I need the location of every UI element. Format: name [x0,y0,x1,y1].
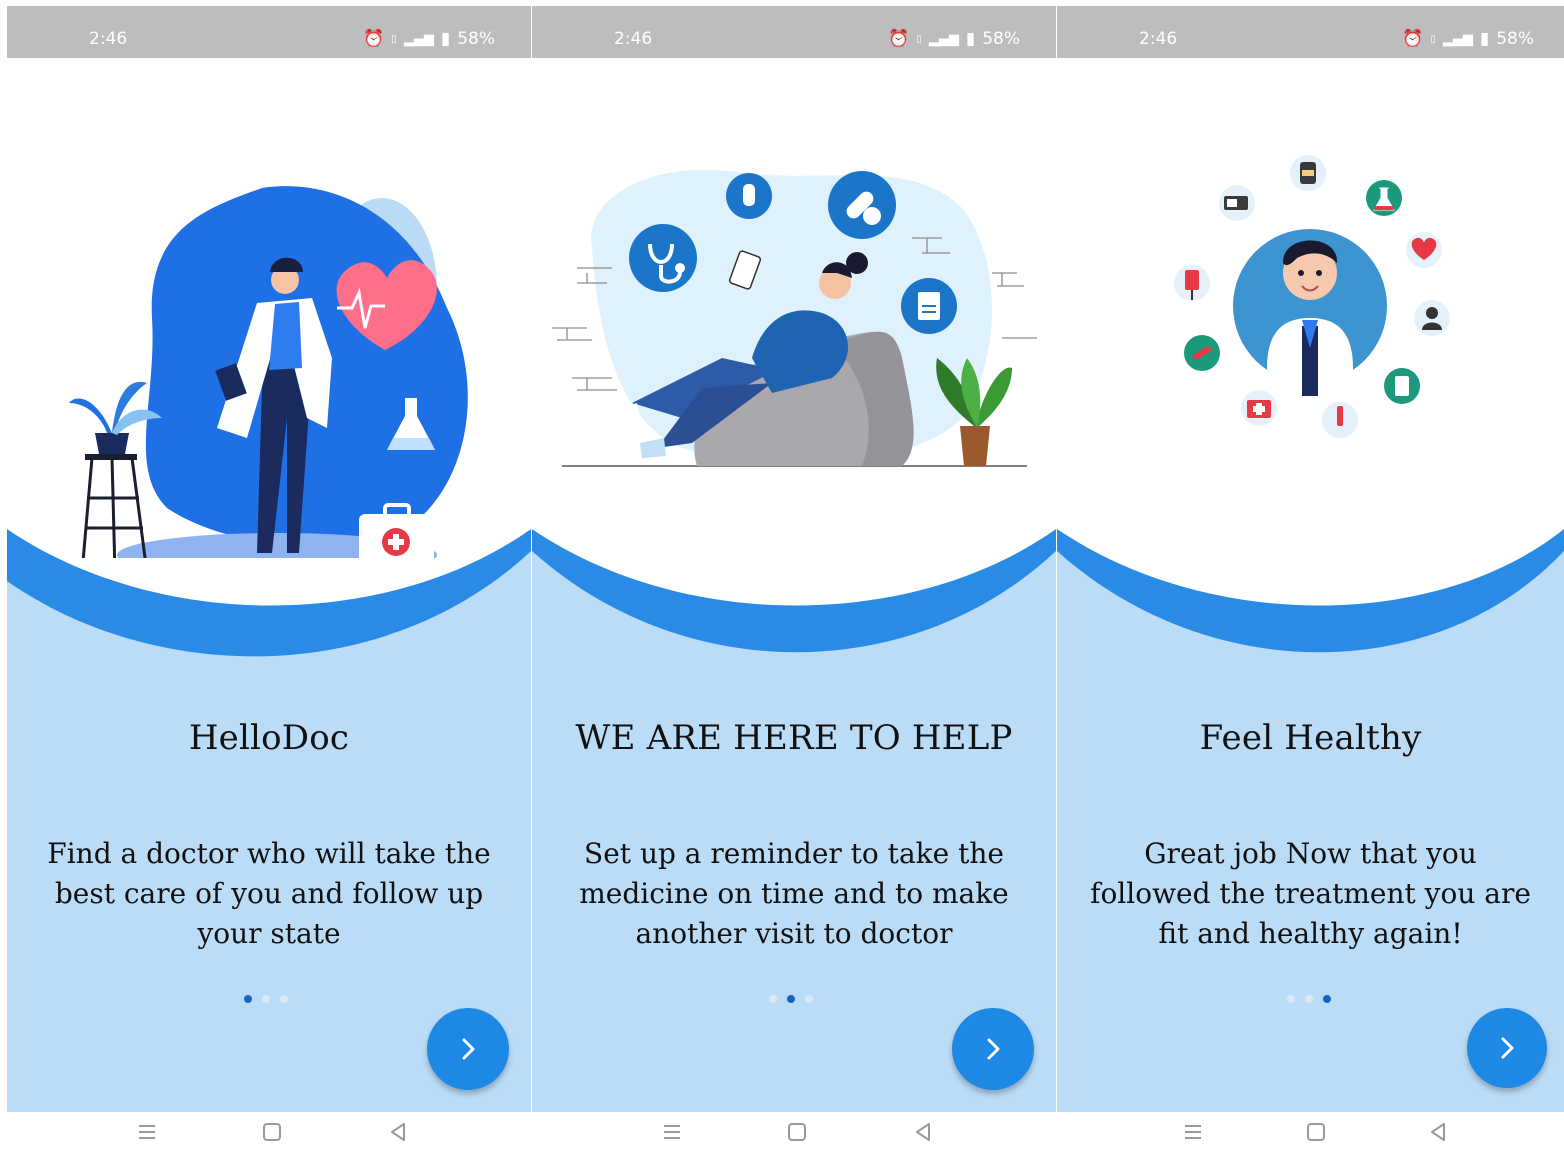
menu-icon[interactable] [660,1120,684,1144]
alarm-icon: ⏰ [363,29,385,49]
system-nav-bar [7,1112,531,1155]
system-nav-bar [532,1112,1056,1155]
next-button[interactable] [427,1008,509,1090]
chevron-right-icon [1501,1037,1514,1059]
system-nav-bar [1057,1112,1564,1155]
status-time: 2:46 [89,29,128,49]
alarm-icon: ⏰ [888,29,910,49]
battery-icon: ▮ [440,29,451,49]
volte-icon: ▯ [916,33,922,45]
volte-icon: ▯ [391,33,397,45]
status-bar: 2:46 ⏰ ▯ ▂▄▆ ▮ 58% [532,6,1056,58]
page-dot [805,995,813,1003]
onboarding-title: WE ARE HERE TO HELP [575,718,1013,758]
chevron-right-icon [987,1038,1000,1060]
onboarding-screen-1: 2:46 ⏰ ▯ ▂▄▆ ▮ 58% HelloDoc Find a docto… [7,6,531,1155]
page-dot [769,995,777,1003]
doctor-heart-illustration [69,186,468,558]
home-square-icon[interactable] [260,1120,284,1144]
back-triangle-icon[interactable] [911,1120,935,1144]
volte-icon: ▯ [1430,33,1436,45]
page-dot [1305,995,1313,1003]
status-time: 2:46 [1139,29,1178,49]
status-bar: 2:46 ⏰ ▯ ▂▄▆ ▮ 58% [7,6,531,58]
home-square-icon[interactable] [785,1120,809,1144]
page-dot [280,995,288,1003]
page-indicator [7,995,531,1003]
signal-4g-icon: ▂▄▆ [403,31,434,47]
next-button[interactable] [1467,1008,1547,1088]
page-dot [262,995,270,1003]
page-dot-active [1323,995,1331,1003]
menu-icon[interactable] [1181,1120,1205,1144]
battery-icon: ▮ [965,29,976,49]
onboarding-description: Set up a reminder to take the medicine o… [579,837,1009,950]
woman-beanbag-phone-illustration [552,169,1037,467]
chevron-right-icon [462,1038,475,1060]
page-indicator [1057,995,1564,1003]
battery-percentage: 58% [457,29,495,49]
status-bar: 2:46 ⏰ ▯ ▂▄▆ ▮ 58% [1057,6,1564,58]
onboarding-screen-2: 2:46 ⏰ ▯ ▂▄▆ ▮ 58% WE ARE HERE TO HELP S… [532,6,1056,1155]
onboarding-screen-3: 2:46 ⏰ ▯ ▂▄▆ ▮ 58% Feel Healthy Great jo… [1057,6,1564,1155]
onboarding-description: Great job Now that you followed the trea… [1090,837,1531,950]
battery-icon: ▮ [1479,29,1490,49]
doctor-medical-icons-illustration [1174,155,1450,438]
page-indicator [532,995,1056,1003]
onboarding-description: Find a doctor who will take the best car… [47,837,491,950]
back-triangle-icon[interactable] [1426,1120,1450,1144]
onboarding-title: HelloDoc [188,718,350,758]
menu-icon[interactable] [135,1120,159,1144]
battery-percentage: 58% [1496,29,1534,49]
battery-percentage: 58% [982,29,1020,49]
page-dot-active [787,995,795,1003]
home-square-icon[interactable] [1304,1120,1328,1144]
alarm-icon: ⏰ [1402,29,1424,49]
status-time: 2:46 [614,29,653,49]
next-button[interactable] [952,1008,1034,1090]
page-dot [1287,995,1295,1003]
signal-4g-icon: ▂▄▆ [928,31,959,47]
signal-4g-icon: ▂▄▆ [1442,31,1473,47]
back-triangle-icon[interactable] [386,1120,410,1144]
onboarding-title: Feel Healthy [1199,718,1422,758]
page-dot-active [244,995,252,1003]
